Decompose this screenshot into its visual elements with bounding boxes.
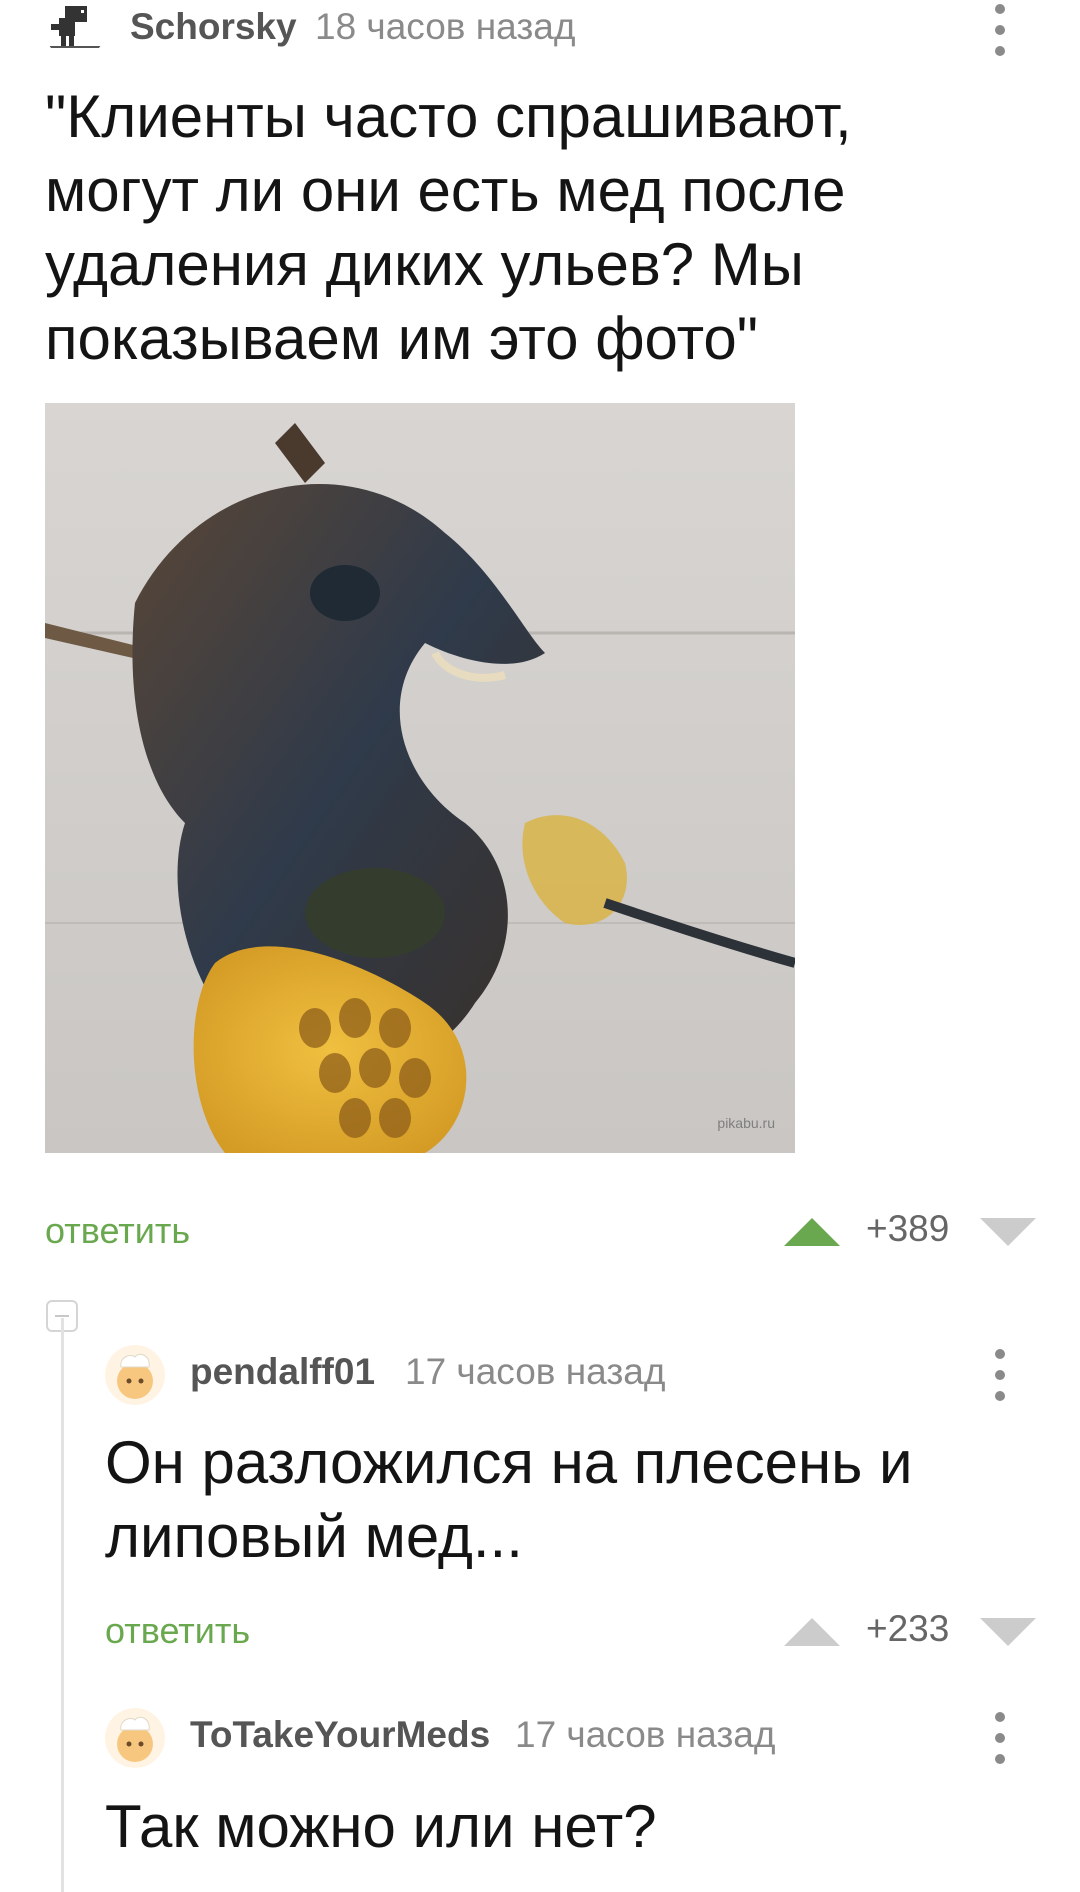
comment-header: ToTakeYourMeds 17 часов назад xyxy=(0,1708,1080,1768)
triangle-down-icon[interactable] xyxy=(980,1618,1036,1646)
more-vertical-icon[interactable] xyxy=(980,1708,1020,1768)
comment-text: Он разложился на плесень и липовый мед..… xyxy=(105,1429,913,1570)
post-text: "Клиенты часто спрашивают, могут ли они … xyxy=(45,83,852,372)
image-watermark: pikabu.ru xyxy=(717,1115,775,1131)
more-vertical-icon[interactable] xyxy=(980,1345,1020,1405)
post-score: +389 xyxy=(866,1208,950,1249)
post-time: 18 часов назад xyxy=(315,6,576,47)
more-vertical-icon[interactable] xyxy=(980,0,1020,60)
reply-button[interactable]: ответить xyxy=(105,1610,250,1652)
triangle-up-icon[interactable] xyxy=(784,1218,840,1246)
post-author[interactable]: Schorsky xyxy=(130,6,297,48)
reply-button[interactable]: ответить xyxy=(45,1210,190,1252)
dinosaur-avatar-icon[interactable] xyxy=(45,0,105,60)
comment-score: +233 xyxy=(866,1608,950,1649)
triangle-up-icon[interactable] xyxy=(784,1618,840,1646)
comment-header: pendalff01 17 часов назад xyxy=(0,1345,1080,1405)
chef-avatar-icon[interactable] xyxy=(105,1708,165,1768)
post-image[interactable]: pikabu.ru xyxy=(45,403,795,1153)
comment-author[interactable]: ToTakeYourMeds xyxy=(190,1714,490,1756)
comment-author[interactable]: pendalff01 xyxy=(190,1351,375,1393)
chef-avatar-icon[interactable] xyxy=(105,1345,165,1405)
comment-time: 17 часов назад xyxy=(405,1351,666,1392)
comment-time: 17 часов назад xyxy=(515,1714,776,1755)
post-header: Schorsky 18 часов назад xyxy=(0,0,1080,60)
comment-text: Так можно или нет? xyxy=(105,1793,657,1860)
triangle-down-icon[interactable] xyxy=(980,1218,1036,1246)
